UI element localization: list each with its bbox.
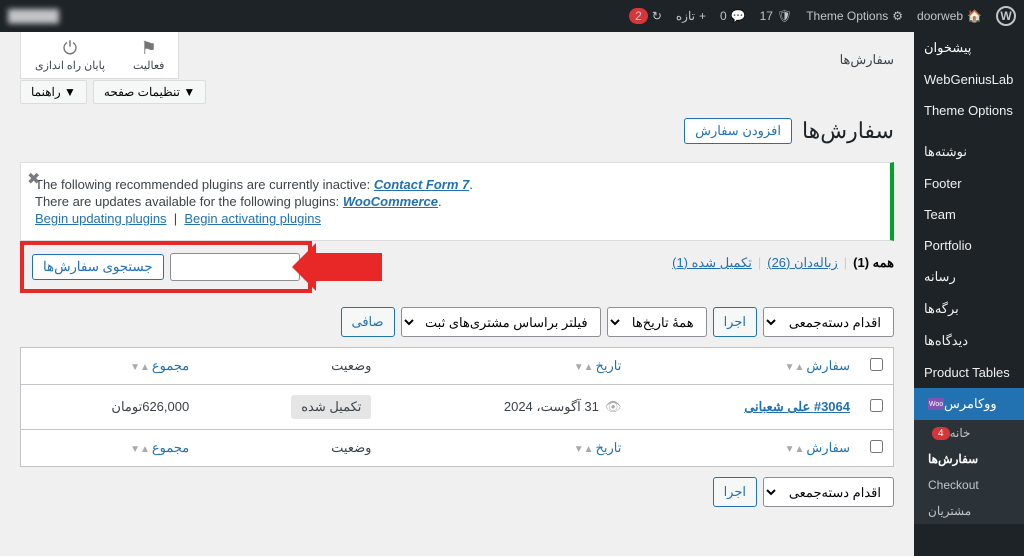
sidebar-media[interactable]: رسانه (914, 261, 1024, 293)
annotation-arrow-icon (312, 253, 382, 281)
sort-icon: ▲▼ (130, 362, 150, 373)
admin-bar: ██████ 2 ↻ تازه + 0 💬 17 🛡 Theme Options… (0, 0, 1024, 32)
sidebar-product-tables[interactable]: Product Tables (914, 357, 1024, 388)
sidebar-posts[interactable]: نوشته‌ها (914, 136, 1024, 168)
status-badge: تکمیل شده (291, 395, 371, 419)
plugin-notice: ✖ The following recommended plugins are … (20, 162, 894, 241)
sidebar-footer[interactable]: Footer (914, 168, 1024, 199)
bulk-apply-button-bottom[interactable]: اجرا (713, 477, 757, 507)
bulk-action-select[interactable]: اقدام دسته‌جمعی (763, 307, 894, 337)
col-date-foot[interactable]: تاریخ▲▼ (381, 430, 631, 467)
col-order-foot[interactable]: سفارش▲▼ (631, 430, 860, 467)
notice-contact7-link[interactable]: Contact Form 7 (374, 177, 469, 192)
sidebar-webgenius[interactable]: WebGeniusLab (914, 64, 1024, 95)
comments-link[interactable]: 0 💬 (720, 9, 746, 23)
screen-options-tab[interactable]: تنظیمات صفحه ▼ (93, 80, 206, 104)
home-badge: 4 (932, 427, 950, 440)
customer-filter-select[interactable]: فیلتر براساس مشتری‌های ثبت‌نام... (401, 307, 601, 337)
sort-icon: ▲▼ (574, 362, 594, 373)
search-highlight: جستجوی سفارش‌ها (20, 241, 312, 293)
new-content[interactable]: تازه + (676, 9, 706, 23)
sidebar-dashboard[interactable]: پیشخوان (914, 32, 1024, 64)
onboarding-activity[interactable]: ⚑ فعالیت (119, 32, 178, 78)
col-order[interactable]: سفارش▲▼ (631, 348, 860, 385)
view-trash[interactable]: زباله‌دان (26) (767, 255, 838, 271)
date-filter-select[interactable]: همهٔ تاریخ‌ها (607, 307, 707, 337)
col-date[interactable]: تاریخ▲▼ (381, 348, 631, 385)
order-total: 626,000تومان (21, 385, 200, 430)
power-icon: ⏻ (35, 38, 105, 59)
sort-icon: ▲▼ (785, 444, 805, 455)
col-status: وضعیت (199, 348, 381, 385)
filter-button[interactable]: صافی (341, 307, 395, 337)
view-completed[interactable]: تکمیل شده (1) (672, 255, 752, 271)
wordpress-logo-icon[interactable]: W (996, 6, 1016, 26)
sort-icon: ▲▼ (785, 362, 805, 373)
sidebar-sub-checkout[interactable]: Checkout (914, 472, 1024, 498)
col-total[interactable]: مجموع▲▼ (21, 348, 200, 385)
sidebar-theme-options[interactable]: Theme Options (914, 95, 1024, 126)
preview-icon[interactable]: 👁 (605, 399, 622, 414)
main-content: ⏻ پایان راه اندازی ⚑ فعالیت سفارش‌ها راه… (0, 32, 914, 556)
bulk-apply-button[interactable]: اجرا (713, 307, 757, 337)
sidebar-sub-customers[interactable]: مشتریان (914, 498, 1024, 524)
col-status-foot: وضعیت (199, 430, 381, 467)
sort-icon: ▲▼ (574, 444, 594, 455)
select-all-checkbox-foot[interactable] (870, 440, 883, 453)
sidebar-sub-orders[interactable]: سفارش‌ها (914, 446, 1024, 472)
admin-sidebar: پیشخوان WebGeniusLab Theme Options نوشته… (914, 32, 1024, 556)
theme-options-link[interactable]: Theme Options ⚙ (806, 9, 903, 23)
notice-woocommerce-link[interactable]: WooCommerce (343, 194, 438, 209)
onboarding-finish[interactable]: ⏻ پایان راه اندازی (21, 32, 119, 78)
select-all-checkbox[interactable] (870, 358, 883, 371)
sidebar-pages[interactable]: برگه‌ها (914, 293, 1024, 325)
sidebar-team[interactable]: Team (914, 199, 1024, 230)
bulk-action-select-bottom[interactable]: اقدام دسته‌جمعی (763, 477, 894, 507)
search-orders-button[interactable]: جستجوی سفارش‌ها (32, 254, 164, 280)
search-orders-input[interactable] (170, 253, 300, 281)
add-order-button[interactable]: افزودن سفارش (684, 118, 792, 144)
sidebar-sub-home[interactable]: خانه 4 (914, 420, 1024, 446)
dismiss-notice-icon[interactable]: ✖ (27, 169, 40, 189)
table-row: #3064 علی شعبانی 👁 31 آگوست، 2024 تکمیل ش… (21, 385, 894, 430)
order-date: 31 آگوست، 2024 (504, 399, 599, 414)
sidebar-woocommerce[interactable]: ووکامرس Woo (914, 388, 1024, 420)
begin-activating-link[interactable]: Begin activating plugins (184, 211, 321, 226)
order-link[interactable]: #3064 علی شعبانی (744, 399, 850, 414)
comments-pending[interactable]: 17 🛡 (760, 9, 793, 23)
orders-table: سفارش▲▼ تاریخ▲▼ وضعیت مجموع▲▼ #3064 علی … (20, 347, 894, 467)
help-tab[interactable]: راهنما ▼ (20, 80, 87, 104)
sidebar-portfolio[interactable]: Portfolio (914, 230, 1024, 261)
sort-icon: ▲▼ (130, 444, 150, 455)
begin-updating-link[interactable]: Begin updating plugins (35, 211, 167, 226)
flag-icon: ⚑ (133, 38, 164, 59)
woocommerce-icon: Woo (928, 398, 944, 410)
view-all[interactable]: همه (1) (853, 255, 894, 271)
site-link[interactable]: doorweb 🏠 (917, 9, 982, 23)
col-total-foot[interactable]: مجموع▲▼ (21, 430, 200, 467)
row-checkbox[interactable] (870, 399, 883, 412)
updates-icon[interactable]: 2 ↻ (629, 8, 662, 24)
site-blur: ██████ (8, 9, 59, 23)
sidebar-comments[interactable]: دیدگاه‌ها (914, 325, 1024, 357)
page-title: سفارش‌ها (802, 118, 894, 144)
